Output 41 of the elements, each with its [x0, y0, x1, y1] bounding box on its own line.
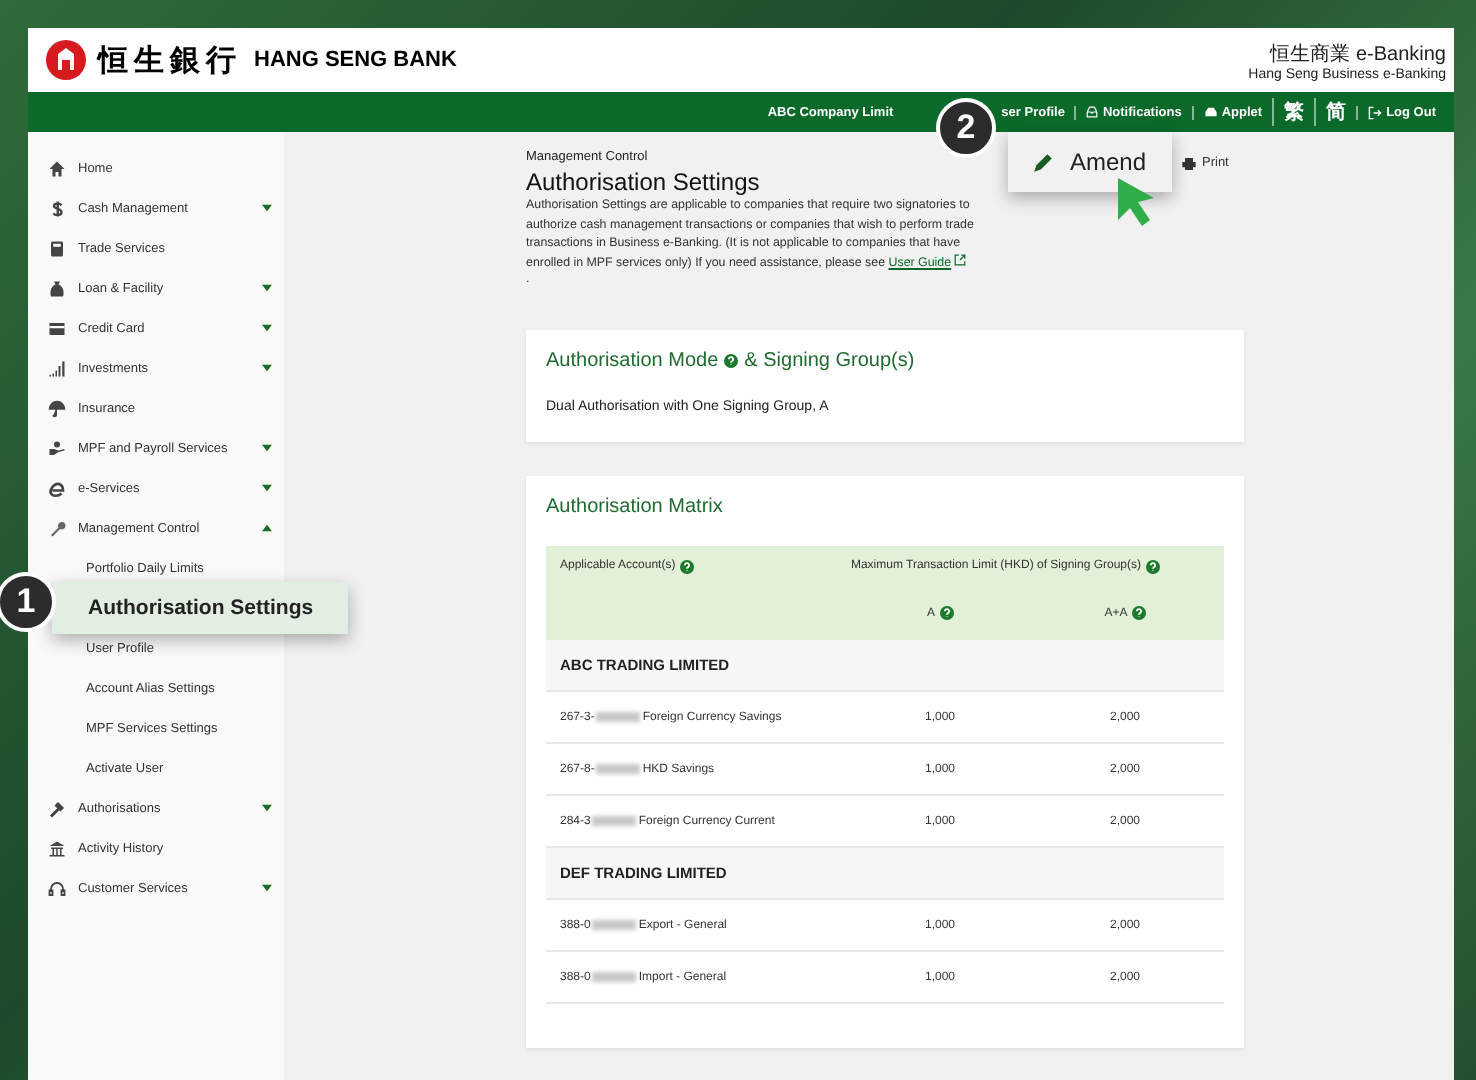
card-title: Authorisation Mode: [546, 350, 719, 372]
external-link-icon: [954, 253, 967, 265]
service-name-chinese: 恒生商業 e-Banking: [1270, 41, 1446, 65]
pencil-icon: [1032, 151, 1054, 173]
dollar-icon: [48, 199, 66, 217]
card-icon: [48, 319, 66, 337]
help-icon[interactable]: [939, 606, 953, 620]
bank-icon: [48, 839, 66, 857]
inbox-icon: [1086, 106, 1099, 118]
help-icon[interactable]: [679, 559, 694, 573]
logo-text: HANG SENG BANK: [254, 48, 457, 72]
moneybag-icon: [48, 279, 66, 297]
help-icon[interactable]: [1131, 606, 1146, 620]
redacted-blur: [592, 972, 637, 982]
redacted-blur: [592, 816, 637, 826]
card-title: Authorisation Matrix: [546, 496, 723, 518]
redacted-blur: [596, 764, 641, 774]
sidebar-subitem[interactable]: Authorisation Settings: [52, 582, 348, 634]
redacted-blur: [596, 712, 641, 722]
help-icon[interactable]: [724, 354, 739, 368]
step-number-badge: 2: [936, 98, 996, 158]
hand-icon: [48, 439, 66, 457]
amend-button[interactable]: Amend: [1008, 132, 1172, 192]
umbrella-icon: [48, 399, 66, 417]
card-title: & Signing Group(s): [744, 350, 915, 372]
bars-icon: [48, 359, 66, 377]
nav-link[interactable]: 繁: [1272, 98, 1315, 126]
nav-link[interactable]: 简: [1314, 98, 1357, 126]
home-icon: [48, 159, 66, 177]
e-icon: [48, 479, 66, 497]
bank-logo-icon: [46, 40, 86, 80]
calculator-icon: [48, 239, 66, 257]
step-number-badge: 1: [0, 572, 56, 632]
headset-icon: [48, 879, 66, 897]
logo-chinese-text: 恒生銀行: [98, 41, 242, 79]
logout-icon: [1368, 105, 1383, 119]
car-icon: [1203, 106, 1218, 118]
gavel-icon: [48, 799, 66, 817]
page-title: Authorisation Settings: [526, 168, 760, 196]
redacted-blur: [592, 920, 637, 930]
help-icon[interactable]: [1145, 559, 1160, 573]
